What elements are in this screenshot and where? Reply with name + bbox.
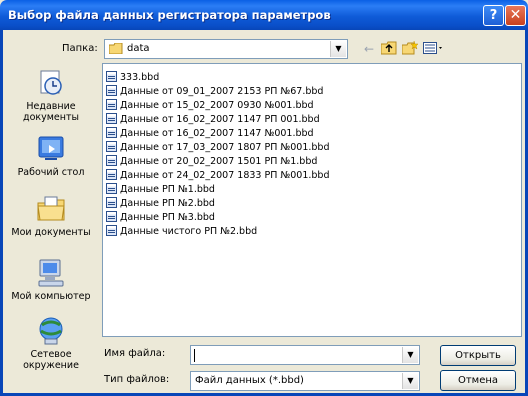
close-button[interactable]: ✕ <box>505 5 526 26</box>
bbd-file-icon <box>106 85 117 96</box>
bbd-file-icon <box>106 169 117 180</box>
place-label: Мой компьютер <box>11 291 91 302</box>
place-recent[interactable]: Недавние документы <box>4 67 98 123</box>
file-name: Данные от 15_02_2007 0930 №001.bbd <box>120 100 314 111</box>
file-name: Данные от 24_02_2007 1833 РП №001.bbd <box>120 170 330 181</box>
file-list[interactable]: 333.bbd Данные от 09_01_2007 2153 РП №67… <box>102 63 522 337</box>
place-label: Сетевое окружение <box>23 349 79 371</box>
bbd-file-icon <box>106 197 117 208</box>
place-my-computer[interactable]: Мой компьютер <box>4 257 98 302</box>
recent-documents-icon <box>35 67 67 99</box>
file-item[interactable]: 333.bbd <box>106 71 159 84</box>
view-menu-icon[interactable] <box>423 41 445 57</box>
text-cursor <box>194 349 195 362</box>
places-bar: Недавние документы Рабочий стол Мои доку… <box>4 63 98 388</box>
file-item[interactable]: Данные РП №1.bbd <box>106 183 215 196</box>
file-item[interactable]: Данные от 09_01_2007 2153 РП №67.bbd <box>106 85 323 98</box>
filetype-label: Тип файлов: <box>104 374 170 385</box>
my-computer-icon <box>35 257 67 289</box>
bbd-file-icon <box>106 127 117 138</box>
file-name: 333.bbd <box>120 72 160 83</box>
lookin-label: Папка: <box>62 43 98 54</box>
back-icon[interactable]: ← <box>361 41 377 57</box>
up-folder-icon[interactable] <box>380 41 397 57</box>
filetype-value: Файл данных (*.bbd) <box>195 375 304 386</box>
help-button[interactable]: ? <box>483 5 504 26</box>
place-label: Недавние документы <box>23 101 79 123</box>
filetype-dropdown[interactable]: Файл данных (*.bbd) ▼ <box>190 371 420 391</box>
my-documents-icon <box>35 193 67 225</box>
file-name: Данные от 16_02_2007 1147 №001.bbd <box>120 128 314 139</box>
filename-label: Имя файла: <box>104 348 166 359</box>
file-name: Данные РП №3.bbd <box>120 212 215 223</box>
file-item[interactable]: Данные от 16_02_2007 1147 РП 001.bbd <box>106 113 320 126</box>
bbd-file-icon <box>106 225 117 236</box>
file-item[interactable]: Данные от 24_02_2007 1833 РП №001.bbd <box>106 169 329 182</box>
file-name: Данные от 17_03_2007 1807 РП №001.bbd <box>120 142 330 153</box>
title-bar: Выбор файла данных регистратора параметр… <box>0 0 528 30</box>
lookin-value: data <box>127 43 150 54</box>
chevron-down-icon[interactable]: ▼ <box>402 347 418 363</box>
place-network[interactable]: Сетевое окружение <box>4 315 98 371</box>
file-item[interactable]: Данные от 15_02_2007 0930 №001.bbd <box>106 99 314 112</box>
folder-icon <box>108 42 123 55</box>
place-desktop[interactable]: Рабочий стол <box>4 133 98 178</box>
file-item[interactable]: Данные РП №2.bbd <box>106 197 215 210</box>
file-name: Данные от 16_02_2007 1147 РП 001.bbd <box>120 114 320 125</box>
file-name: Данные от 09_01_2007 2153 РП №67.bbd <box>120 86 324 97</box>
bbd-file-icon <box>106 99 117 110</box>
file-item[interactable]: Данные РП №3.bbd <box>106 211 215 224</box>
bbd-file-icon <box>106 141 117 152</box>
bbd-file-icon <box>106 155 117 166</box>
chevron-down-icon[interactable]: ▼ <box>330 41 346 57</box>
network-places-icon <box>35 315 67 347</box>
file-item[interactable]: Данные от 16_02_2007 1147 №001.bbd <box>106 127 314 140</box>
file-item[interactable]: Данные чистого РП №2.bbd <box>106 225 257 238</box>
file-item[interactable]: Данные от 20_02_2007 1501 РП №1.bbd <box>106 155 317 168</box>
file-name: Данные РП №2.bbd <box>120 198 215 209</box>
file-item[interactable]: Данные от 17_03_2007 1807 РП №001.bbd <box>106 141 329 154</box>
bbd-file-icon <box>106 71 117 82</box>
file-name: Данные РП №1.bbd <box>120 184 215 195</box>
file-name: Данные от 20_02_2007 1501 РП №1.bbd <box>120 156 318 167</box>
chevron-down-icon[interactable]: ▼ <box>402 373 418 389</box>
bbd-file-icon <box>106 211 117 222</box>
filename-input[interactable]: ▼ <box>190 345 420 365</box>
file-name: Данные чистого РП №2.bbd <box>120 226 258 237</box>
window-title: Выбор файла данных регистратора параметр… <box>8 8 331 22</box>
open-button[interactable]: Открыть <box>440 345 516 366</box>
place-label: Рабочий стол <box>17 167 85 178</box>
place-label: Мои документы <box>11 227 91 238</box>
place-my-documents[interactable]: Мои документы <box>4 193 98 238</box>
new-folder-icon[interactable] <box>401 40 419 57</box>
bbd-file-icon <box>106 113 117 124</box>
cancel-button[interactable]: Отмена <box>440 370 516 391</box>
lookin-dropdown[interactable]: data ▼ <box>104 39 348 59</box>
desktop-icon <box>35 133 67 165</box>
bbd-file-icon <box>106 183 117 194</box>
